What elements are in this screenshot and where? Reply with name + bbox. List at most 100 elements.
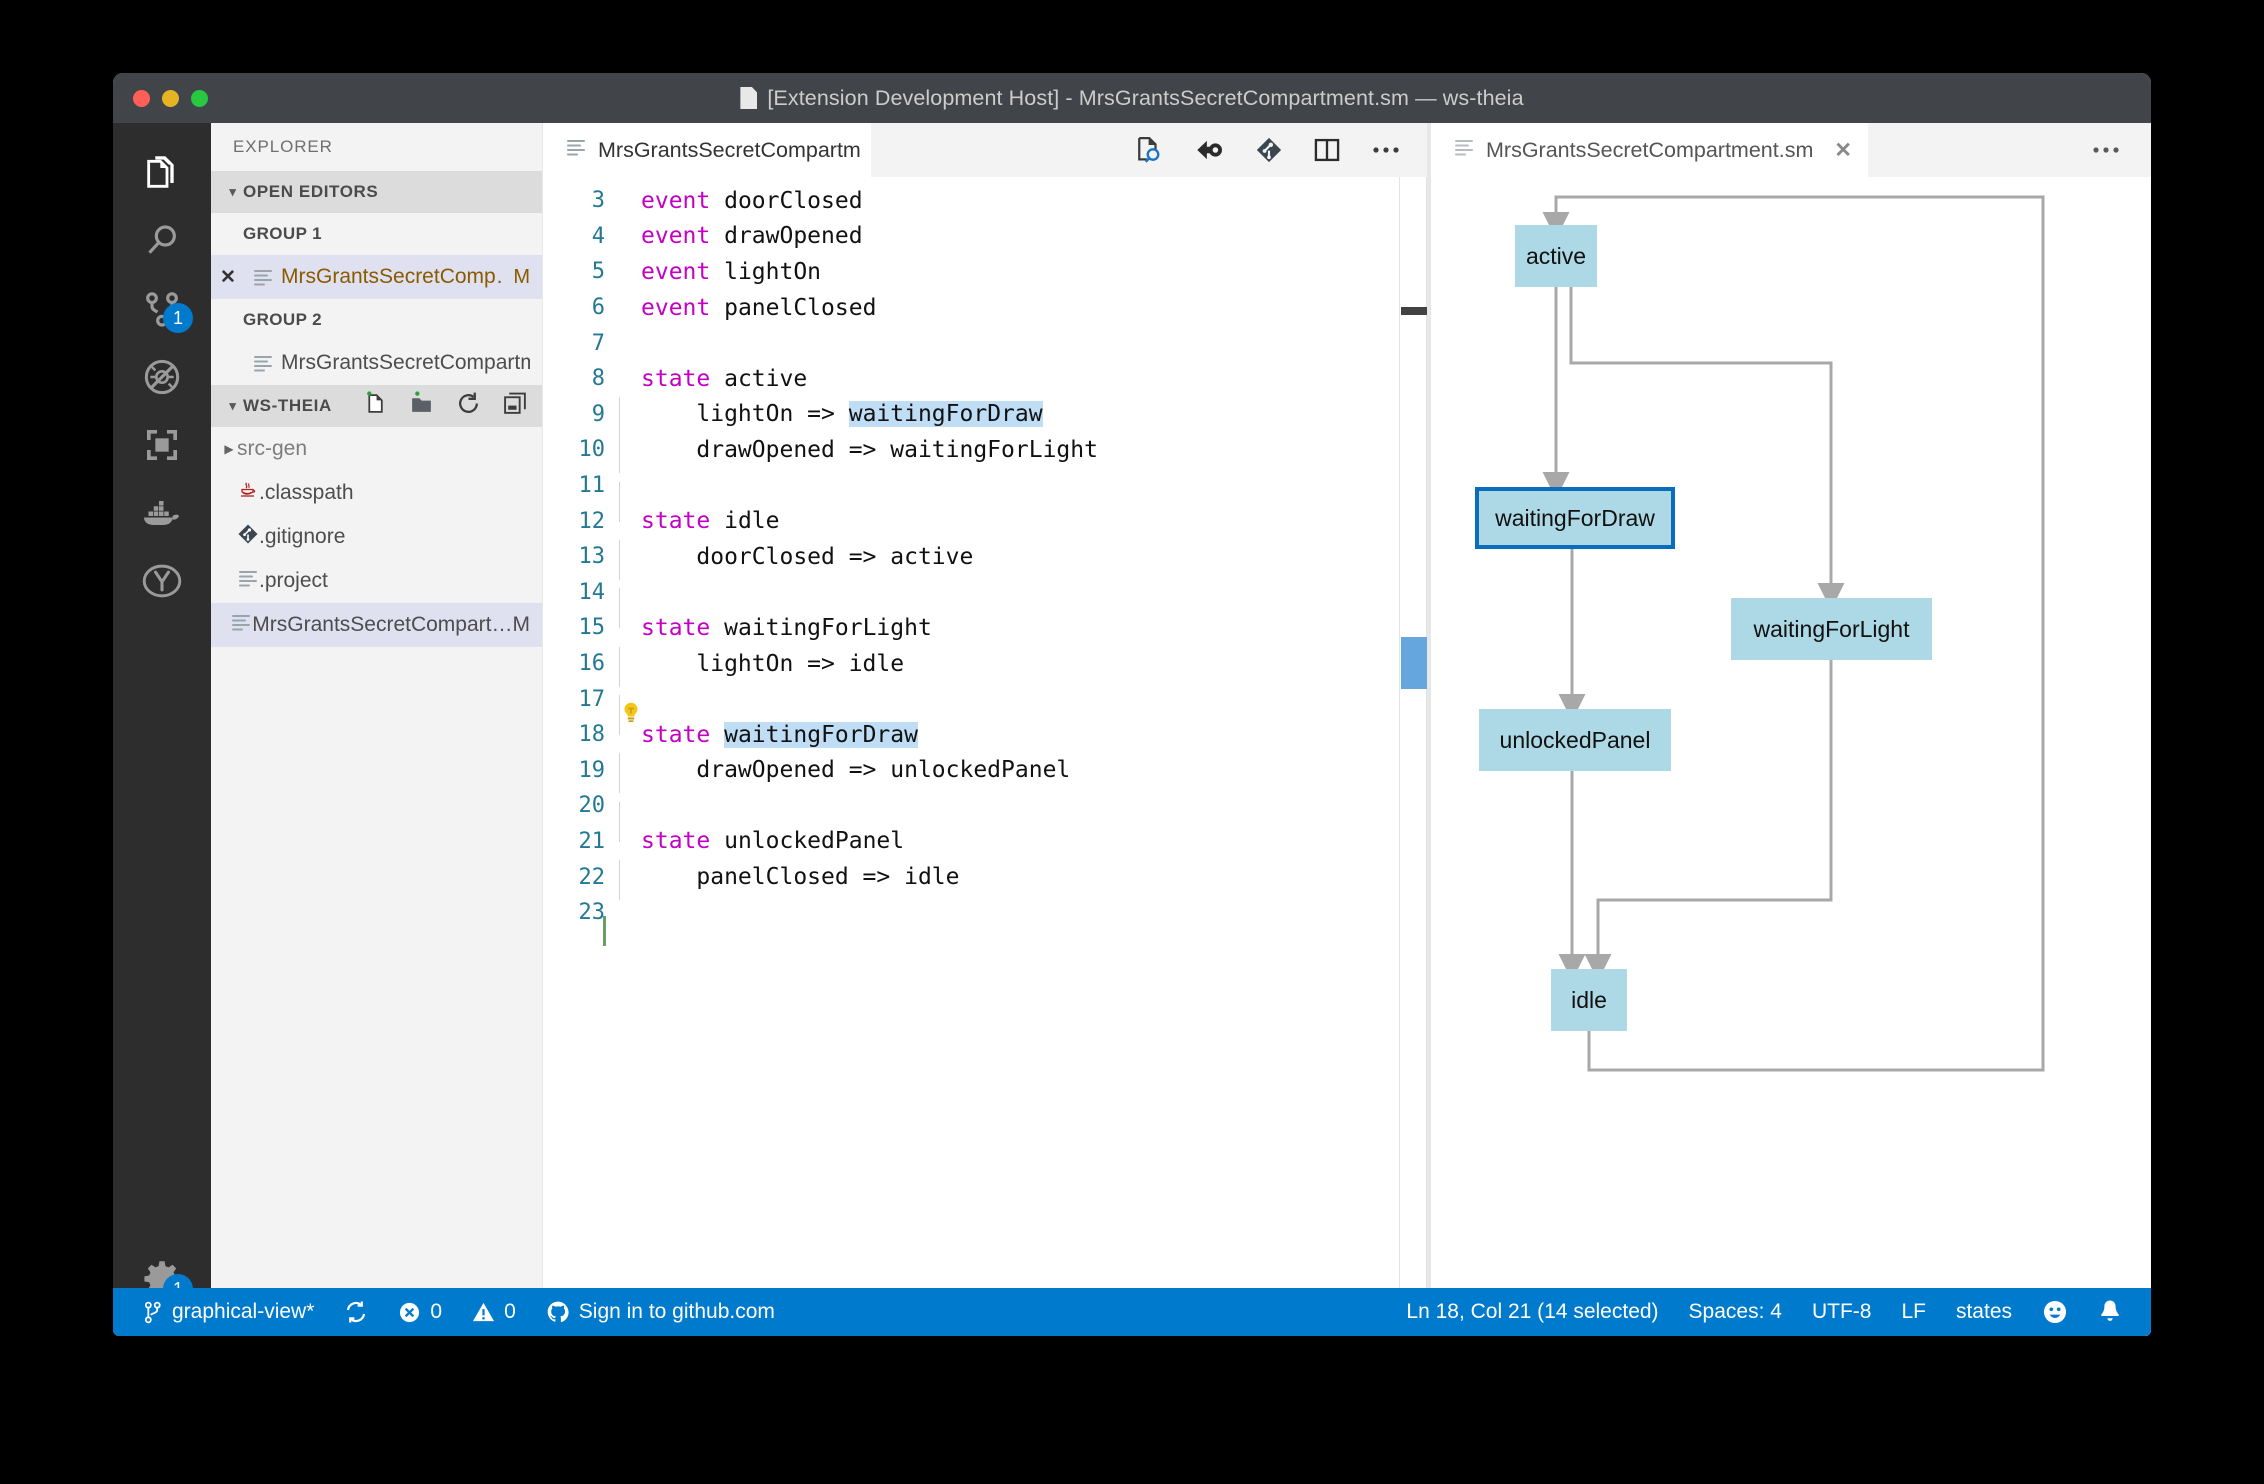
activity-item-extensions[interactable] [113, 411, 211, 479]
activity-item-explorer[interactable] [113, 139, 211, 207]
minimize-window-button[interactable] [162, 90, 179, 107]
tab-diagram[interactable]: MrsGrantsSecretCompartment.sm ✕ [1431, 123, 1868, 177]
code-line[interactable]: 22 panelClosed => idle [543, 859, 1427, 895]
state-machine-diagram[interactable]: active waitingForDraw waitingForLight unloc… [1431, 177, 2151, 1336]
code-text: lightOn => waitingForDraw [605, 401, 1043, 427]
new-file-icon[interactable] [362, 391, 387, 421]
code-line[interactable]: 19 drawOpened => unlockedPanel [543, 753, 1427, 789]
status-github-signin[interactable]: Sign in to github.com [531, 1288, 790, 1336]
status-eol[interactable]: LF [1886, 1288, 1941, 1336]
maximize-window-button[interactable] [191, 90, 208, 107]
code-text: event lightOn [605, 259, 821, 285]
git-compare-icon[interactable] [1255, 136, 1283, 164]
line-number: 13 [543, 544, 605, 569]
status-cursor-position[interactable]: Ln 18, Col 21 (14 selected) [1391, 1288, 1673, 1336]
code-line[interactable]: 7 [543, 325, 1427, 361]
activity-item-source-control[interactable]: 1 [113, 275, 211, 343]
code-line[interactable]: 4event drawOpened [543, 219, 1427, 255]
plug-circle-icon [141, 561, 183, 601]
line-number: 7 [543, 331, 605, 356]
files-icon [142, 153, 182, 193]
code-line[interactable]: 20 [543, 788, 1427, 824]
diagram-node-idle[interactable]: idle [1551, 969, 1627, 1031]
tree-item-src-gen[interactable]: ▶ src-gen [211, 427, 542, 471]
status-notifications[interactable] [2083, 1288, 2137, 1336]
code-text: state waitingForLight [605, 615, 932, 641]
code-text: state waitingForDraw [605, 722, 918, 748]
status-errors[interactable]: 0 [383, 1288, 457, 1336]
open-editor-item[interactable]: MrsGrantsSecretCompartm… [211, 341, 542, 385]
code-text: event doorClosed [605, 188, 863, 214]
status-sync[interactable] [329, 1288, 383, 1336]
status-warnings[interactable]: 0 [457, 1288, 531, 1336]
code-line[interactable]: 10 drawOpened => waitingForLight [543, 432, 1427, 468]
activity-item-search[interactable] [113, 207, 211, 275]
close-window-button[interactable] [133, 90, 150, 107]
code-line[interactable]: 3event doorClosed [543, 183, 1427, 219]
diagram-node-label: unlockedPanel [1500, 727, 1651, 754]
code-line[interactable]: 9 lightOn => waitingForDraw [543, 397, 1427, 433]
editor-tab-bar: MrsGrantsSecretCompartm [543, 123, 1427, 177]
code-line[interactable]: 15state waitingForLight [543, 610, 1427, 646]
open-editor-item[interactable]: ✕ MrsGrantsSecretComp… M [211, 255, 542, 299]
code-token: active [710, 366, 807, 392]
code-line[interactable]: 16 lightOn => idle [543, 646, 1427, 682]
section-workspace-label: WS-THEIA [243, 396, 332, 416]
activity-item-plugins[interactable] [113, 547, 211, 615]
lines-file-icon [245, 352, 281, 374]
diagram-editor-group: MrsGrantsSecretCompartment.sm ✕ [1431, 123, 2151, 1336]
activity-item-debug[interactable] [113, 343, 211, 411]
code-line[interactable]: 18state waitingForDraw [543, 717, 1427, 753]
tree-item-project[interactable]: .project [211, 559, 542, 603]
code-line[interactable]: 11 [543, 468, 1427, 504]
code-lines[interactable]: 3event doorClosed4event drawOpened5event… [543, 177, 1427, 1336]
tab-mrsgrants-sm[interactable]: MrsGrantsSecretCompartm [543, 123, 871, 177]
open-preview-icon[interactable] [1133, 135, 1163, 165]
code-line[interactable]: 8state active [543, 361, 1427, 397]
code-line[interactable]: 23 [543, 895, 1427, 931]
section-workspace[interactable]: ▾ WS-THEIA [211, 385, 542, 427]
refresh-icon[interactable] [456, 391, 481, 421]
collapse-all-icon[interactable] [503, 391, 528, 421]
git-icon [237, 523, 259, 551]
more-actions-icon[interactable] [2091, 144, 2121, 156]
keyword-token: event [641, 188, 710, 214]
tree-item-statemachine[interactable]: MrsGrantsSecretCompart… M [211, 603, 542, 647]
code-line[interactable]: 5event lightOn [543, 254, 1427, 290]
activity-item-docker[interactable] [113, 479, 211, 547]
diagram-node-waitingForDraw[interactable]: waitingForDraw [1475, 487, 1675, 549]
code-text: state unlockedPanel [605, 828, 904, 854]
diagram-node-waitingForLight[interactable]: waitingForLight [1731, 598, 1932, 660]
tree-item-label: .project [259, 569, 328, 593]
overview-ruler[interactable] [1399, 177, 1427, 1336]
code-line[interactable]: 6event panelClosed [543, 290, 1427, 326]
code-line[interactable]: 13 doorClosed => active [543, 539, 1427, 575]
code-line[interactable]: 14 [543, 575, 1427, 611]
code-line[interactable]: 21state unlockedPanel [543, 824, 1427, 860]
diagram-node-unlockedPanel[interactable]: unlockedPanel [1479, 709, 1671, 771]
code-editor[interactable]: 3event doorClosed4event drawOpened5event… [543, 177, 1427, 1336]
new-folder-icon[interactable] [409, 391, 434, 421]
split-editor-icon[interactable] [1313, 136, 1341, 164]
status-branch[interactable]: graphical-view* [127, 1288, 329, 1336]
warning-icon [472, 1301, 495, 1324]
close-icon[interactable]: ✕ [211, 266, 245, 289]
status-language-mode[interactable]: states [1941, 1288, 2027, 1336]
editor-group-1-label: GROUP 1 [211, 213, 542, 255]
tree-item-classpath[interactable]: .classpath [211, 471, 542, 515]
status-encoding[interactable]: UTF-8 [1797, 1288, 1887, 1336]
chevron-right-icon[interactable]: ▶ [211, 442, 237, 456]
code-line[interactable]: 17 [543, 681, 1427, 717]
close-icon[interactable]: ✕ [1824, 138, 1852, 163]
diagram-node-active[interactable]: active [1515, 225, 1597, 287]
more-actions-icon[interactable] [1371, 144, 1401, 156]
tree-item-gitignore[interactable]: .gitignore [211, 515, 542, 559]
debug-disabled-icon [142, 357, 182, 397]
code-token: doorClosed => active [641, 544, 973, 570]
section-open-editors[interactable]: ▾ OPEN EDITORS [211, 171, 542, 213]
keyword-token: event [641, 259, 710, 285]
code-line[interactable]: 12state idle [543, 503, 1427, 539]
status-indentation[interactable]: Spaces: 4 [1674, 1288, 1797, 1336]
status-feedback[interactable] [2027, 1288, 2083, 1336]
open-with-icon[interactable] [1193, 137, 1225, 163]
